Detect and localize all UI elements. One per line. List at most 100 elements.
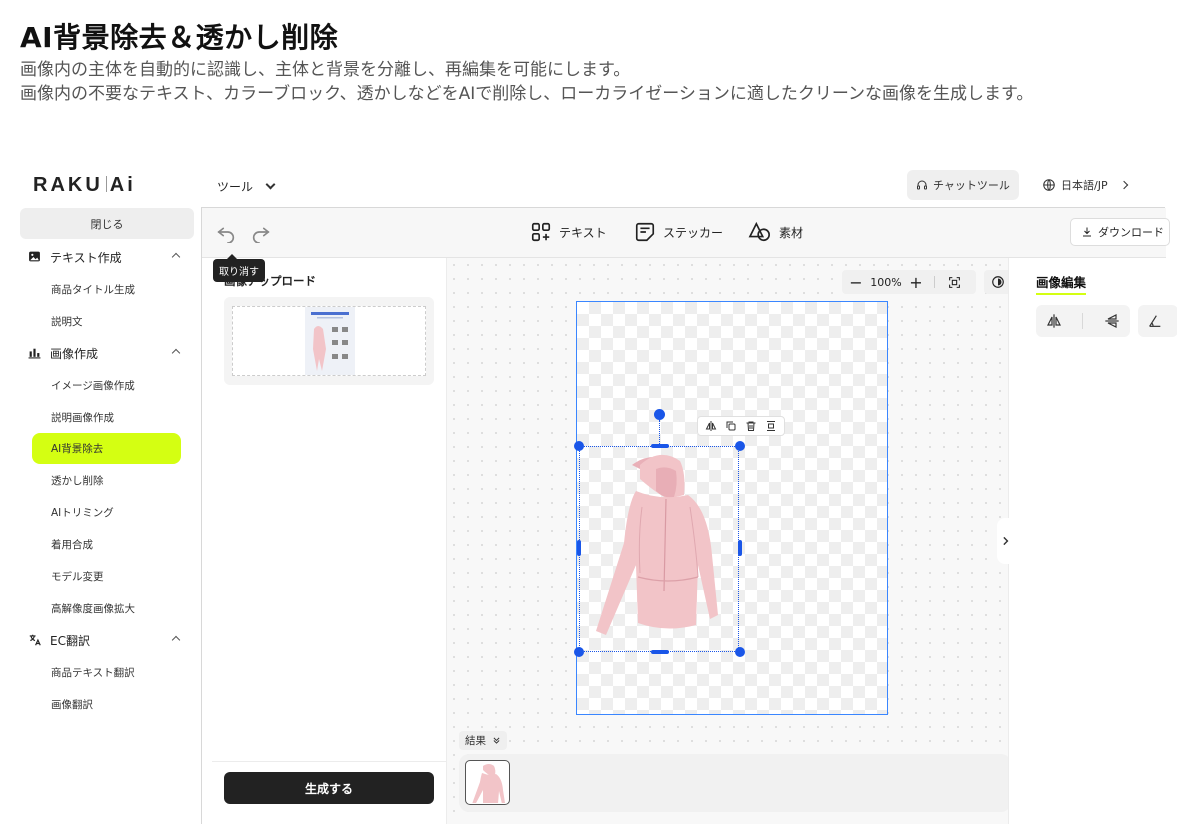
flip-horizontal-icon[interactable] [1046, 313, 1062, 329]
page-description: 画像内の主体を自動的に認識し、主体と背景を分離し、再編集を可能にします。 画像内… [20, 58, 1150, 106]
product-hoodie-image [596, 454, 718, 635]
sidebar-item-image-create[interactable]: イメージ画像作成 [20, 369, 195, 401]
collapse-panel-button[interactable] [997, 518, 1015, 564]
description-line-2: 画像内の不要なテキスト、カラーブロック、透かしなどをAIで削除し、ローカライゼー… [20, 84, 1034, 104]
artboard[interactable] [574, 301, 888, 715]
download-icon [1083, 227, 1091, 237]
zoom-out-button[interactable]: − [842, 273, 870, 292]
zoom-in-button[interactable]: + [902, 273, 930, 292]
resize-handle-left[interactable] [577, 540, 581, 556]
flip-icon[interactable] [705, 420, 717, 432]
sidebar-item-text-translate[interactable]: 商品テキスト翻訳 [20, 656, 195, 688]
resize-handle-bottom-left[interactable] [574, 647, 584, 657]
resize-handle-top-left[interactable] [574, 441, 584, 451]
material-tool-button[interactable]: 素材 [748, 221, 803, 243]
resize-handle-bottom-right[interactable] [735, 647, 745, 657]
sticker-tool-button[interactable]: ステッカー [634, 221, 723, 243]
duplicate-icon[interactable] [725, 420, 737, 432]
resize-handle-top-right[interactable] [735, 441, 745, 451]
logo[interactable]: RAKU Ai [33, 174, 136, 197]
resize-handle-bottom[interactable] [651, 650, 669, 654]
translate-icon [28, 633, 42, 647]
app-window: RAKU Ai ツール チャットツール 日本語/JP 閉じる テキスト作成 商品タ… [20, 168, 1177, 824]
sidebar-item-explain-image[interactable]: 説明画像作成 [20, 401, 195, 433]
material-tool-label: 素材 [779, 225, 804, 240]
uploaded-image-card[interactable] [224, 297, 434, 385]
fit-screen-button[interactable] [939, 276, 969, 289]
image-edit-title: 画像編集 [1036, 272, 1087, 295]
grid-plus-icon [531, 222, 551, 242]
angle-icon [1149, 315, 1161, 327]
redo-icon[interactable] [250, 221, 272, 243]
canvas-area[interactable]: − 100% + 結果 [446, 258, 1012, 824]
resize-handle-right[interactable] [738, 540, 742, 556]
chevron-right-icon [1003, 536, 1009, 546]
fit-screen-icon [948, 276, 960, 288]
editor-toolbar: テキスト ステッカー 素材 ダウンロード [202, 208, 1170, 258]
chevron-up-icon [171, 252, 181, 262]
chevron-up-icon [171, 348, 181, 358]
sticker-icon [635, 222, 655, 242]
tools-menu[interactable]: ツール [217, 178, 276, 195]
trash-icon[interactable] [745, 420, 757, 432]
double-chevron-down-icon [493, 737, 500, 744]
language-label: 日本語/JP [1061, 179, 1108, 192]
bar-chart-icon [28, 346, 42, 360]
sidebar-item-try-on[interactable]: 着用合成 [20, 528, 195, 560]
zoom-control: − 100% + [842, 270, 976, 294]
sidebar-item-description[interactable]: 説明文 [20, 305, 195, 337]
results-toggle[interactable]: 結果 [459, 731, 507, 750]
headset-icon [917, 180, 928, 190]
align-icon[interactable] [765, 420, 777, 432]
globe-icon [1043, 179, 1055, 191]
sidebar-item-watermark-remove[interactable]: 透かし削除 [20, 464, 195, 496]
nav-group-header-text[interactable]: テキスト作成 [20, 241, 195, 273]
description-line-1: 画像内の主体を自動的に認識し、主体と背景を分離し、再編集を可能にします。 [20, 60, 631, 80]
zoom-level: 100% [870, 275, 902, 289]
flip-vertical-icon[interactable] [1104, 313, 1120, 329]
generate-button[interactable]: 生成する [224, 772, 434, 804]
close-sidebar-button[interactable]: 閉じる [20, 208, 194, 239]
text-tool-button[interactable]: テキスト [530, 221, 607, 243]
logo-text-right: Ai [109, 174, 136, 196]
product-image-preview [311, 312, 349, 371]
shapes-icon [748, 221, 770, 242]
contrast-icon [992, 276, 1004, 288]
page-title: AI背景除去＆透かし削除 [20, 21, 339, 54]
upload-dropzone[interactable] [232, 306, 426, 376]
flip-tools [1036, 305, 1130, 337]
undo-icon[interactable] [215, 221, 237, 243]
rotate-handle-line [659, 420, 660, 446]
sidebar-item-upscale[interactable]: 高解像度画像拡大 [20, 592, 195, 624]
nav-group-label: 画像作成 [50, 346, 99, 361]
image-text-icon [28, 250, 42, 264]
zoom-divider [934, 276, 935, 288]
sidebar-item-ai-trimming[interactable]: AIトリミング [20, 496, 195, 528]
results-strip [459, 754, 1011, 812]
nav-group-text: テキスト作成 商品タイトル生成 説明文 [20, 241, 195, 337]
sticker-tool-label: ステッカー [663, 225, 724, 240]
upload-panel: 画像アップロード 生成する [212, 258, 446, 824]
result-hoodie-preview [472, 764, 505, 804]
nav-group-label: テキスト作成 [50, 250, 122, 265]
sidebar-item-ai-bg-remove[interactable]: AI背景除去 [32, 433, 181, 464]
selection-box[interactable] [579, 446, 739, 652]
nav-group-header-image[interactable]: 画像作成 [20, 337, 195, 369]
nav-group-translate: EC翻訳 商品テキスト翻訳 画像翻訳 [20, 624, 195, 720]
sidebar-item-model-change[interactable]: モデル変更 [20, 560, 195, 592]
sidebar-item-product-title[interactable]: 商品タイトル生成 [20, 273, 195, 305]
chevron-up-icon [171, 635, 181, 645]
text-tool-label: テキスト [559, 225, 607, 240]
language-selector[interactable]: 日本語/JP [1042, 170, 1128, 200]
chat-tool-label: チャットツール [933, 179, 1010, 192]
chat-tool-button[interactable]: チャットツール [907, 170, 1019, 200]
logo-text-left: RAKU [33, 174, 103, 196]
sidebar-item-image-translate[interactable]: 画像翻訳 [20, 688, 195, 720]
result-thumbnail[interactable] [465, 760, 510, 805]
chevron-down-icon [265, 179, 276, 190]
rotate-handle[interactable] [654, 409, 665, 420]
resize-handle-top[interactable] [651, 444, 669, 448]
rotate-tool[interactable] [1138, 305, 1177, 337]
download-button[interactable]: ダウンロード [1070, 218, 1170, 246]
nav-group-header-translate[interactable]: EC翻訳 [20, 624, 195, 656]
